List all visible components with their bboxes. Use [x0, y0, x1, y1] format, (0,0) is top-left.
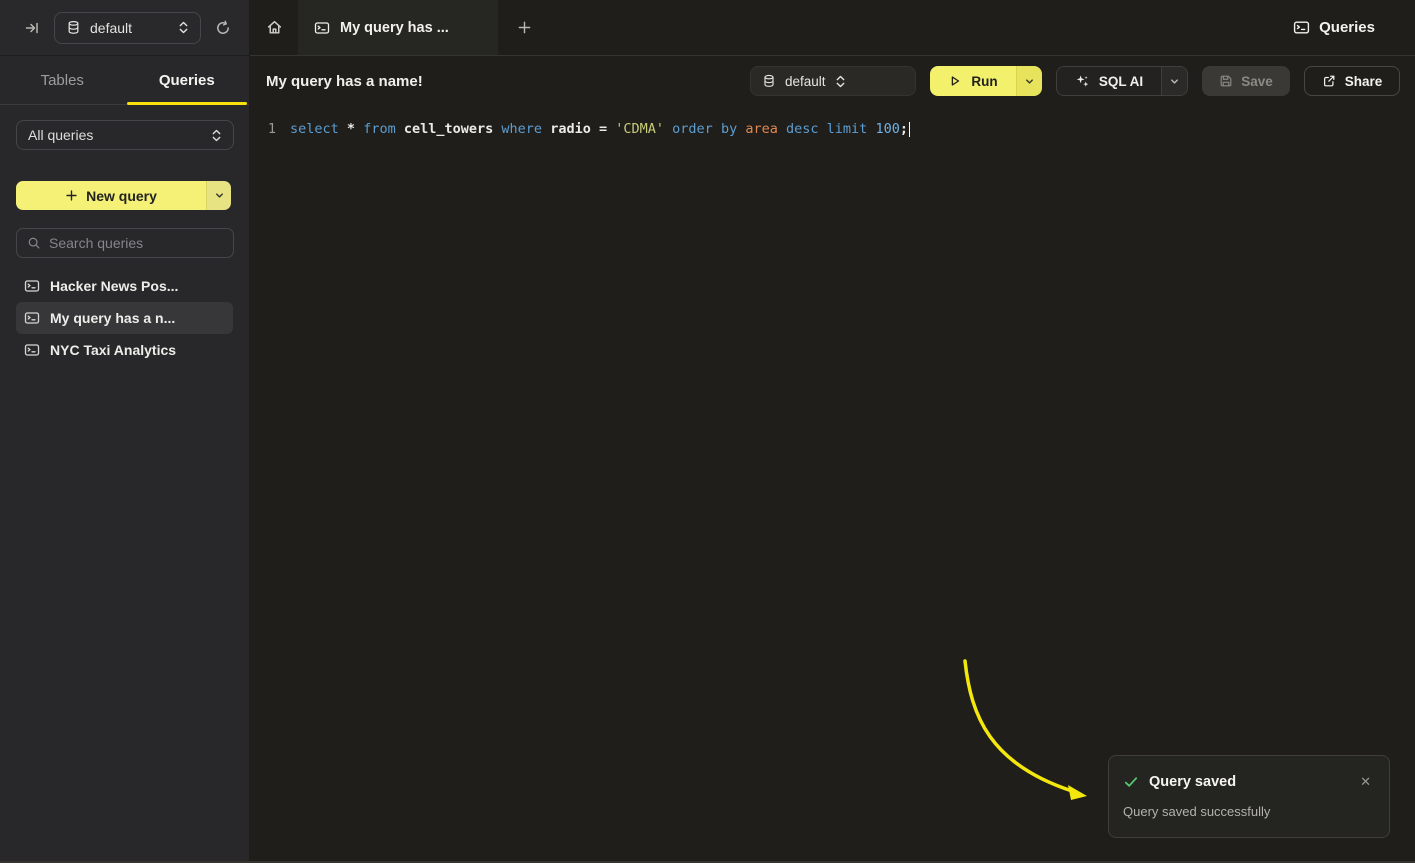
sql-ai-split-button: SQL AI [1056, 66, 1188, 96]
query-search [16, 228, 234, 258]
chevron-down-icon [214, 190, 225, 201]
header-actions: default Run [750, 66, 1400, 96]
chevron-down-icon [1024, 76, 1035, 87]
query-filter-value: All queries [28, 127, 202, 143]
tab-tables[interactable]: Tables [0, 56, 125, 104]
query-title: My query has a name! [266, 73, 423, 90]
save-label: Save [1241, 74, 1273, 89]
code-line: 1 select * from cell_towers where radio … [250, 119, 1415, 140]
query-list-item-my-query[interactable]: My query has a n... [16, 302, 233, 334]
chevron-updown-icon [178, 21, 189, 34]
share-button[interactable]: Share [1304, 66, 1400, 96]
search-icon [27, 236, 41, 250]
sparkles-icon [1075, 74, 1090, 89]
chevron-down-icon [1169, 76, 1180, 87]
topbar-database-select[interactable]: default [54, 12, 201, 44]
new-query-button[interactable]: New query [16, 181, 206, 210]
database-icon [66, 20, 81, 35]
floppy-icon [1219, 74, 1233, 88]
topbar-spacer [550, 0, 1293, 55]
new-query-split-button: New query [16, 181, 231, 210]
chevron-updown-icon [835, 75, 846, 88]
query-terminal-icon [24, 342, 40, 358]
editor-database-select[interactable]: default [750, 66, 916, 96]
sidebar-body: All queries New query [0, 105, 249, 381]
tab-my-query[interactable]: My query has ... [298, 0, 498, 55]
query-terminal-icon [24, 278, 40, 294]
line-number: 1 [260, 119, 284, 140]
sidebar: Tables Queries All queries New query [0, 56, 250, 863]
topbar: default [0, 0, 1415, 56]
database-icon [762, 74, 776, 88]
chevron-updown-icon [211, 129, 222, 142]
play-icon [948, 74, 962, 88]
query-terminal-icon [1293, 19, 1310, 36]
sql-editor[interactable]: 1 select * from cell_towers where radio … [250, 106, 1415, 140]
run-dropdown-button[interactable] [1016, 66, 1042, 96]
query-terminal-icon [24, 310, 40, 326]
query-list: Hacker News Pos... My query has a n... [16, 270, 233, 366]
plus-icon [65, 189, 78, 202]
queries-indicator-button[interactable]: Queries [1293, 0, 1415, 55]
sql-ai-label: SQL AI [1099, 74, 1143, 89]
sql-ai-dropdown-button[interactable] [1161, 67, 1187, 95]
text-cursor [909, 122, 911, 137]
collapse-sidebar-button[interactable] [20, 16, 44, 40]
share-label: Share [1345, 74, 1383, 89]
tab-queries[interactable]: Queries [125, 56, 250, 104]
pin-sidebar-icon [24, 20, 40, 36]
share-icon [1322, 74, 1336, 88]
run-label: Run [971, 74, 997, 89]
sidebar-tabs: Tables Queries [0, 56, 249, 105]
run-button[interactable]: Run [930, 66, 1016, 96]
tab-label: My query has ... [340, 20, 449, 36]
topbar-main-section: My query has ... Queries [250, 0, 1415, 56]
toast-header: Query saved ✕ [1123, 772, 1375, 792]
toast-close-button[interactable]: ✕ [1356, 772, 1375, 792]
plus-icon [517, 20, 532, 35]
editor-database-value: default [785, 74, 826, 89]
topbar-sidebar-section: default [0, 0, 250, 56]
query-item-label: My query has a n... [50, 310, 175, 326]
new-tab-button[interactable] [498, 0, 550, 55]
toast-message: Query saved successfully [1123, 804, 1375, 819]
new-query-label: New query [86, 188, 157, 204]
query-terminal-icon [314, 20, 330, 36]
query-item-label: Hacker News Pos... [50, 278, 178, 294]
home-icon [266, 19, 283, 36]
search-queries-input[interactable] [49, 235, 230, 251]
toast-query-saved: Query saved ✕ Query saved successfully [1108, 755, 1390, 838]
editor-header: My query has a name! default [250, 56, 1415, 106]
main-area: My query has a name! default [250, 56, 1415, 863]
new-query-dropdown-button[interactable] [206, 181, 231, 210]
query-list-item-hacker-news[interactable]: Hacker News Pos... [16, 270, 233, 302]
check-icon [1123, 774, 1139, 790]
query-item-label: NYC Taxi Analytics [50, 342, 176, 358]
run-split-button: Run [930, 66, 1042, 96]
topbar-database-value: default [90, 20, 169, 36]
query-filter-select[interactable]: All queries [16, 120, 234, 150]
save-button[interactable]: Save [1202, 66, 1290, 96]
code-line-content: select * from cell_towers where radio = … [290, 119, 908, 140]
refresh-button[interactable] [211, 16, 235, 40]
queries-indicator-label: Queries [1319, 19, 1375, 36]
home-button[interactable] [250, 0, 298, 55]
sql-ai-button[interactable]: SQL AI [1057, 67, 1161, 95]
toast-title: Query saved [1149, 774, 1236, 790]
refresh-icon [215, 20, 231, 36]
query-list-item-nyc-taxi[interactable]: NYC Taxi Analytics [16, 334, 233, 366]
